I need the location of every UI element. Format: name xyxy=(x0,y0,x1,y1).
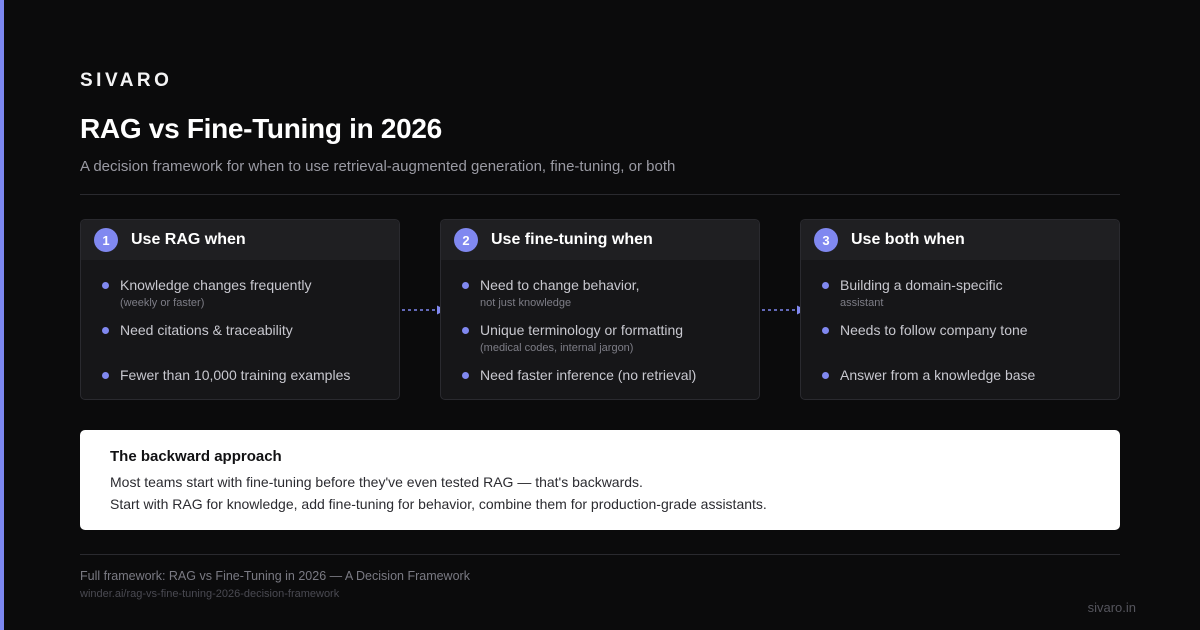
bullet-icon xyxy=(462,327,469,334)
callout-text: Start with RAG for knowledge, add fine-t… xyxy=(110,496,767,512)
card-header: 3 Use both when xyxy=(801,220,1119,260)
step-number-badge: 2 xyxy=(454,228,478,252)
list-item: Knowledge changes frequently (weekly or … xyxy=(120,277,311,310)
card-use-rag: 1 Use RAG when Knowledge changes frequen… xyxy=(80,219,400,400)
list-item-text: Need citations & traceability xyxy=(120,322,293,338)
list-item: Need faster inference (no retrieval) xyxy=(480,367,696,384)
list-item-subtext: (medical codes, internal jargon) xyxy=(480,342,634,354)
card-header: 2 Use fine-tuning when xyxy=(441,220,759,260)
card-title: Use RAG when xyxy=(131,231,246,248)
divider xyxy=(80,554,1120,555)
card-use-both: 3 Use both when Building a domain-specif… xyxy=(800,219,1120,400)
list-item-subtext: not just knowledge xyxy=(480,297,572,309)
footer-url: winder.ai/rag-vs-fine-tuning-2026-decisi… xyxy=(80,588,340,600)
divider xyxy=(80,194,1120,195)
list-item: Building a domain-specific assistant xyxy=(840,277,1003,310)
list-item-text: Building a domain-specific xyxy=(840,277,1003,293)
list-item: Answer from a knowledge base xyxy=(840,367,1035,384)
list-item: Need citations & traceability xyxy=(120,322,293,339)
list-item-text: Knowledge changes frequently xyxy=(120,277,312,293)
step-number-badge: 1 xyxy=(94,228,118,252)
bullet-icon xyxy=(102,327,109,334)
page-subtitle: A decision framework for when to use ret… xyxy=(80,158,676,175)
card-header: 1 Use RAG when xyxy=(81,220,399,260)
callout-box: The backward approach Most teams start w… xyxy=(80,430,1120,530)
bullet-icon xyxy=(462,372,469,379)
callout-text: Most teams start with fine-tuning before… xyxy=(110,474,643,490)
list-item-text: Unique terminology or formatting xyxy=(480,322,684,338)
accent-bar xyxy=(0,0,4,630)
card-use-fine-tuning: 2 Use fine-tuning when Need to change be… xyxy=(440,219,760,400)
list-item: Needs to follow company tone xyxy=(840,322,1028,339)
list-item: Unique terminology or formatting (medica… xyxy=(480,322,683,355)
list-item-text: Fewer than 10,000 training examples xyxy=(120,367,351,383)
list-item: Need to change behavior, not just knowle… xyxy=(480,277,640,310)
list-item-text: Answer from a knowledge base xyxy=(840,367,1036,383)
page-title: RAG vs Fine-Tuning in 2026 xyxy=(80,113,442,144)
step-number-badge: 3 xyxy=(814,228,838,252)
list-item-text: Need faster inference (no retrieval) xyxy=(480,367,697,383)
bullet-icon xyxy=(822,372,829,379)
list-item-subtext: (weekly or faster) xyxy=(120,297,205,309)
card-title: Use both when xyxy=(851,231,965,248)
brand-logo: SIVARO xyxy=(80,70,173,91)
callout-title: The backward approach xyxy=(110,448,282,465)
list-item-subtext: assistant xyxy=(840,297,884,309)
list-item-text: Needs to follow company tone xyxy=(840,322,1028,338)
footer-source: Full framework: RAG vs Fine-Tuning in 20… xyxy=(80,569,470,583)
bullet-icon xyxy=(462,282,469,289)
bullet-icon xyxy=(102,282,109,289)
footer-domain: sivaro.in xyxy=(1087,600,1136,615)
list-item-text: Need to change behavior, xyxy=(480,277,640,293)
bullet-icon xyxy=(102,372,109,379)
card-title: Use fine-tuning when xyxy=(491,231,653,248)
bullet-icon xyxy=(822,327,829,334)
bullet-icon xyxy=(822,282,829,289)
list-item: Fewer than 10,000 training examples xyxy=(120,367,350,384)
